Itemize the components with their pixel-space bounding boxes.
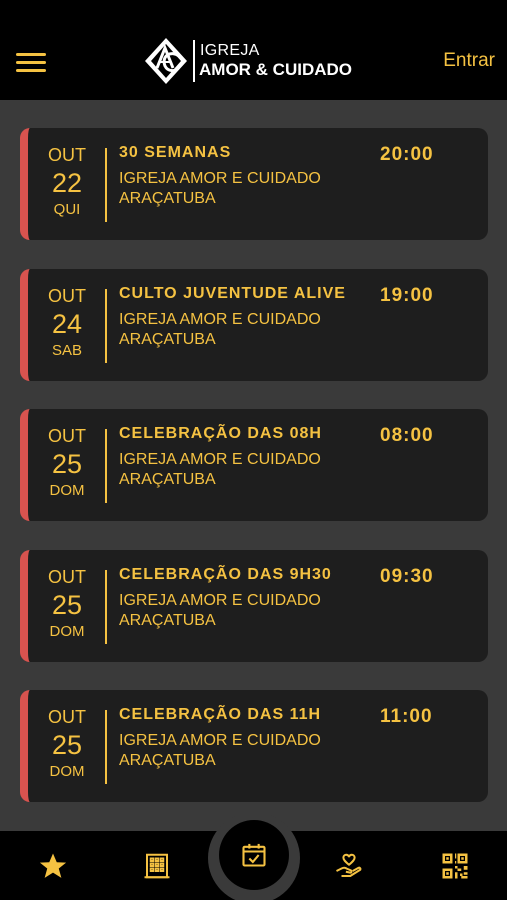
star-icon[interactable] <box>38 851 68 881</box>
event-day: 22 <box>51 168 83 198</box>
event-date: OUT 25 DOM <box>28 566 106 642</box>
card-divider <box>105 148 107 222</box>
event-month: OUT <box>48 707 86 727</box>
event-time: 08:00 <box>380 425 434 446</box>
event-list: OUT 22 QUI 30 SEMANAS IGREJA AMOR E CUID… <box>20 128 488 831</box>
church-logo-mark <box>145 38 187 84</box>
event-card[interactable]: OUT 25 DOM CELEBRAÇÃO DAS 9H30 IGREJA AM… <box>20 549 488 662</box>
card-divider <box>105 429 107 503</box>
card-divider <box>105 710 107 784</box>
event-month: OUT <box>48 426 86 446</box>
calendar-nav-button[interactable] <box>219 820 289 890</box>
event-title: CULTO JUVENTUDE ALIVE <box>119 284 346 302</box>
event-title: 30 SEMANAS <box>119 144 232 161</box>
event-weekday: DOM <box>49 482 85 499</box>
event-title: CELEBRAÇÃO DAS 08H <box>119 425 322 442</box>
calendar-check-icon <box>242 843 266 867</box>
event-day: 25 <box>51 589 83 620</box>
event-date: OUT 25 DOM <box>28 425 106 501</box>
event-day: 24 <box>51 308 83 339</box>
event-month: OUT <box>48 285 86 306</box>
event-location: IGREJA AMOR E CUIDADO ARAÇATUBA <box>119 732 321 769</box>
event-title: CELEBRAÇÃO DAS 11H <box>119 706 322 723</box>
card-divider <box>105 288 107 363</box>
event-weekday: QUI <box>53 201 81 218</box>
event-location: IGREJA AMOR E CUIDADO ARAÇATUBA <box>119 451 321 488</box>
event-date: OUT 22 QUI <box>28 144 106 220</box>
event-card[interactable]: OUT 24 SAB CULTO JUVENTUDE ALIVE IGREJA … <box>20 268 488 381</box>
logo-divider <box>193 40 195 82</box>
event-month: OUT <box>48 566 86 587</box>
event-card[interactable]: OUT 25 DOM CELEBRAÇÃO DAS 11H IGREJA AMO… <box>20 690 488 802</box>
event-location: IGREJA AMOR E CUIDADO ARAÇATUBA <box>119 170 321 207</box>
logo-text-line1: IGREJA <box>200 42 260 59</box>
qr-code-icon[interactable] <box>440 851 470 881</box>
event-date: OUT 24 SAB <box>28 285 106 361</box>
hand-heart-icon[interactable] <box>334 851 364 881</box>
event-date: OUT 25 DOM <box>28 706 106 782</box>
event-weekday: DOM <box>49 763 85 780</box>
event-title: CELEBRAÇÃO DAS 9H30 <box>119 565 332 583</box>
card-divider <box>105 569 107 644</box>
event-card[interactable]: OUT 25 DOM CELEBRAÇÃO DAS 08H IGREJA AMO… <box>20 409 488 521</box>
hamburger-menu-icon[interactable] <box>16 50 46 72</box>
event-time: 11:00 <box>380 706 433 727</box>
event-weekday: DOM <box>49 622 85 640</box>
event-month: OUT <box>48 145 86 165</box>
event-day: 25 <box>51 449 83 479</box>
logo-text-line2: AMOR & CUIDADO <box>199 60 352 79</box>
event-weekday: SAB <box>51 341 82 359</box>
church-logo: IGREJA AMOR & CUIDADO <box>143 36 353 86</box>
event-location: IGREJA AMOR E CUIDADO ARAÇATUBA <box>119 310 321 348</box>
event-time: 19:00 <box>380 284 434 306</box>
event-time: 20:00 <box>380 144 434 165</box>
event-day: 25 <box>51 730 83 760</box>
login-link[interactable]: Entrar <box>443 50 495 72</box>
event-time: 09:30 <box>380 565 434 587</box>
top-app-bar: IGREJA AMOR & CUIDADO Entrar <box>0 0 507 100</box>
event-location: IGREJA AMOR E CUIDADO ARAÇATUBA <box>119 591 321 629</box>
building-icon[interactable] <box>142 851 172 881</box>
event-card[interactable]: OUT 22 QUI 30 SEMANAS IGREJA AMOR E CUID… <box>20 128 488 240</box>
